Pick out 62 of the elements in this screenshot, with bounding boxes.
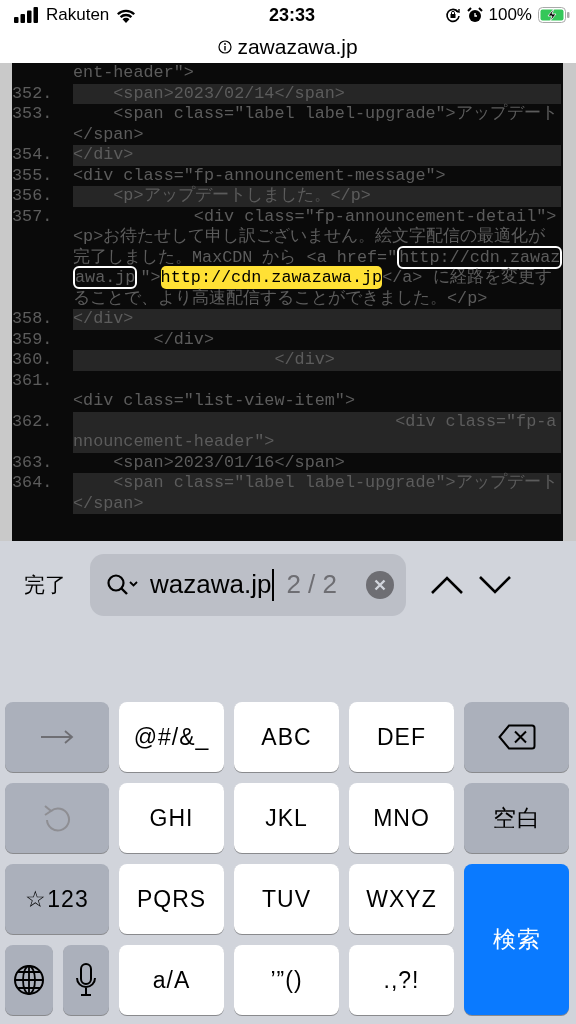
battery-charging-icon xyxy=(538,7,570,23)
keyboard-key[interactable]: .,?! xyxy=(349,945,454,1015)
globe-key[interactable] xyxy=(5,945,53,1015)
keyboard-key[interactable]: WXYZ xyxy=(349,864,454,934)
right-arrow-icon xyxy=(40,730,74,744)
clock-time: 23:33 xyxy=(268,4,315,26)
microphone-key[interactable] xyxy=(63,945,109,1015)
site-domain[interactable]: zawazawa.jp xyxy=(237,34,358,59)
undo-icon xyxy=(43,803,71,833)
done-button[interactable]: 完了 xyxy=(14,562,76,607)
line-number: 356. xyxy=(12,186,54,207)
code-line: <span>2023/01/16</span> xyxy=(112,452,346,473)
code-line: <div class="list-view-item"> xyxy=(73,390,356,412)
battery-percent: 100% xyxy=(488,5,532,25)
find-query[interactable]: wazawa.jp xyxy=(150,569,272,600)
carrier-name: Rakuten xyxy=(46,5,110,25)
globe-icon xyxy=(13,964,45,996)
line-number: 363. xyxy=(12,452,54,473)
line-number: 352. xyxy=(12,83,54,104)
keyboard-key[interactable]: ’”() xyxy=(234,945,339,1015)
line-number: 354. xyxy=(12,145,54,166)
line-number: 355. xyxy=(12,165,54,186)
keyboard-key[interactable]: GHI xyxy=(119,783,224,853)
signal-icon xyxy=(14,7,40,23)
backspace-icon xyxy=(497,724,536,750)
line-number: 360. xyxy=(12,350,54,371)
line-number: 362. xyxy=(12,411,54,433)
line-number: 359. xyxy=(12,329,54,350)
info-icon[interactable] xyxy=(218,39,233,54)
keyboard-key[interactable]: ABC xyxy=(234,702,339,772)
keyboard-key[interactable]: a/A xyxy=(119,945,224,1015)
code-line: <div class="fp-announcement-message"> xyxy=(73,165,447,185)
backspace-key[interactable] xyxy=(464,702,569,772)
search-icon[interactable] xyxy=(106,572,140,597)
alarm-icon xyxy=(466,7,483,23)
keyboard-key[interactable]: JKL xyxy=(234,783,339,853)
rotation-lock-icon xyxy=(444,7,461,23)
previous-match-icon[interactable] xyxy=(430,574,464,595)
code-line: </div> xyxy=(152,329,215,350)
wifi-icon xyxy=(115,7,138,23)
code-line: ent-header"> xyxy=(73,63,195,84)
code-line: <span class="label label-upgrade">アップデート</span> xyxy=(73,104,559,145)
line-number: 353. xyxy=(12,104,54,125)
code-line: <div class="fp-announcement-detail"><p>お待たせして申し訳ございません。絵文字配信の最適化が完了しました。MaxCDN から <a href="http://cdn.zawazawa.jp ">http://cdn.zawazawa.jp</a> に経路を変更することで、より高速配信することができました。</p> xyxy=(73,206,561,309)
keyboard-key[interactable]: MNO xyxy=(349,783,454,853)
line-number: 358. xyxy=(12,309,54,330)
line-number: 361. xyxy=(12,370,54,392)
line-number: 357. xyxy=(12,206,54,228)
line-number: 364. xyxy=(12,473,54,494)
match-count: 2 / 2 xyxy=(286,569,337,600)
keyboard-key[interactable]: TUV xyxy=(234,864,339,934)
keyboard-key[interactable]: 空白 xyxy=(464,783,569,853)
next-match-icon[interactable] xyxy=(478,574,512,595)
keyboard-key[interactable]: ☆123 xyxy=(5,864,109,934)
find-field[interactable]: wazawa.jp 2 / 2 xyxy=(90,553,406,616)
search-key[interactable]: 検索 xyxy=(464,864,569,1015)
microphone-icon xyxy=(75,963,97,997)
clear-icon[interactable] xyxy=(366,570,394,599)
keyboard-key[interactable]: PQRS xyxy=(119,864,224,934)
current-search-match: http://cdn.zawazawa.jp xyxy=(160,266,383,289)
keyboard-key[interactable]: @#/&_ xyxy=(119,702,224,772)
keyboard-key[interactable]: DEF xyxy=(349,702,454,772)
